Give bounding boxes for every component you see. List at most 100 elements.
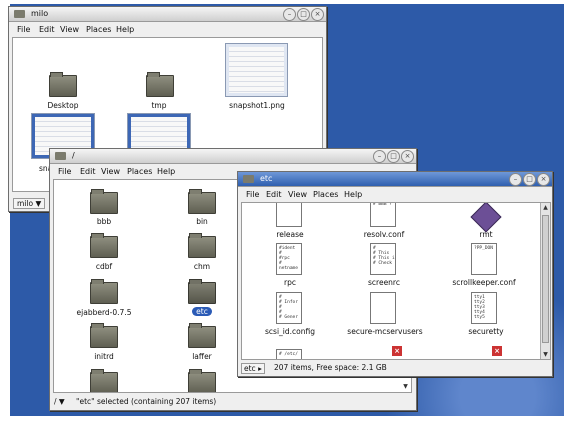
minimize-button[interactable]: – <box>509 173 522 186</box>
location-label: etc <box>244 364 256 373</box>
scroll-down-arrow[interactable]: ▼ <box>541 350 550 359</box>
text-file-icon[interactable]: tty1 tty2 tty3 tty4 tty5 <box>471 292 497 324</box>
folder-icon <box>14 10 25 18</box>
icon-label: Desktop <box>47 101 79 110</box>
minimize-button[interactable]: – <box>373 150 386 163</box>
window-etc: etc – □ × File Edit View Places Help rel… <box>237 171 553 377</box>
menu-file[interactable]: File <box>58 167 71 176</box>
icon-label: snapshot1.png <box>229 101 285 110</box>
folder-icon[interactable] <box>90 233 118 258</box>
icon-label: rmt <box>479 230 493 239</box>
icon-label: rpc <box>284 278 296 287</box>
location-button[interactable]: / ▼ <box>54 397 65 406</box>
file-preview: # # This # This is # Check <box>373 246 395 266</box>
location-label: milo <box>17 199 34 208</box>
folder-icon[interactable] <box>90 189 118 214</box>
menu-help[interactable]: Help <box>116 25 134 34</box>
close-button[interactable]: × <box>537 173 550 186</box>
folder-icon[interactable] <box>90 279 118 304</box>
menu-view[interactable]: View <box>101 167 120 176</box>
menu-help[interactable]: Help <box>157 167 175 176</box>
file-preview: # /etc/ <box>279 352 298 357</box>
folder-icon[interactable] <box>188 323 216 348</box>
close-button[interactable]: × <box>311 8 324 21</box>
text-file-icon[interactable]: ?PP_DON <box>471 243 497 275</box>
folder-icon[interactable] <box>49 72 77 97</box>
vertical-scrollbar[interactable]: ▲ ▼ <box>540 203 550 359</box>
menu-edit[interactable]: Edit <box>39 25 55 34</box>
icon-label: scsi_id.config <box>265 327 315 336</box>
scroll-up-arrow[interactable]: ▲ <box>541 203 550 212</box>
menu-file[interactable]: File <box>246 190 259 199</box>
folder-icon[interactable] <box>188 369 216 392</box>
folder-icon[interactable] <box>146 72 174 97</box>
file-preview: ?PP_DON <box>474 246 493 251</box>
window-title: etc <box>260 174 273 183</box>
folder-icon[interactable] <box>90 369 118 392</box>
file-preview: # # Infor # # # Gener <box>279 295 298 320</box>
folder-icon[interactable] <box>188 233 216 258</box>
file-preview: # BBB ? <box>373 202 392 207</box>
icon-label: scrollkeeper.conf <box>452 278 516 287</box>
statusbar: / ▼ "etc" selected (containing 207 items… <box>50 394 416 410</box>
file-preview: tty1 tty2 tty3 tty4 tty5 <box>474 295 485 320</box>
titlebar-milo[interactable]: milo – □ × <box>9 7 326 22</box>
location-button[interactable]: milo ▼ <box>13 198 46 209</box>
menu-view[interactable]: View <box>60 25 79 34</box>
minimize-button[interactable]: – <box>283 8 296 21</box>
window-title: / <box>72 151 75 160</box>
icon-label: cdbf <box>95 262 113 271</box>
image-thumbnail[interactable] <box>225 43 288 97</box>
menu-places[interactable]: Places <box>86 25 111 34</box>
menu-help[interactable]: Help <box>344 190 362 199</box>
locked-file-icon[interactable]: × <box>492 346 502 356</box>
text-file-icon[interactable]: #ident # #rpc # netname <box>276 243 302 275</box>
folder-icon[interactable] <box>188 189 216 214</box>
icon-label: ejabberd-0.7.5 <box>76 308 132 317</box>
menu-view[interactable]: View <box>288 190 307 199</box>
locked-file-icon[interactable]: × <box>392 346 402 356</box>
location-label: / <box>54 397 57 406</box>
file-icon[interactable] <box>276 203 302 227</box>
selected-label: etc <box>192 307 212 316</box>
icon-view: release # BBB ? resolv.conf rmt #ident #… <box>241 202 551 360</box>
scroll-thumb[interactable] <box>542 215 549 343</box>
text-file-icon[interactable]: # # This # This is # Check <box>370 243 396 275</box>
menu-file[interactable]: File <box>17 25 30 34</box>
menu-edit[interactable]: Edit <box>266 190 282 199</box>
status-text: 207 items, Free space: 2.1 GB <box>274 363 387 372</box>
window-title: milo <box>31 9 49 18</box>
file-icon[interactable] <box>370 292 396 324</box>
maximize-button[interactable]: □ <box>387 150 400 163</box>
menu-places[interactable]: Places <box>313 190 338 199</box>
icon-label: initrd <box>94 352 114 361</box>
icon-label: bin <box>196 217 208 226</box>
close-button[interactable]: × <box>401 150 414 163</box>
menu-places[interactable]: Places <box>127 167 152 176</box>
icon-label: bbb <box>96 217 112 226</box>
titlebar-root[interactable]: / – □ × <box>50 149 416 164</box>
folder-icon[interactable] <box>188 279 216 304</box>
icon-label: securetty <box>468 327 504 336</box>
titlebar-etc[interactable]: etc – □ × <box>238 172 552 187</box>
location-button[interactable]: etc ▸ <box>241 363 265 374</box>
icon-label: tmp <box>151 101 167 110</box>
menubar: File Edit View Places Help <box>9 22 326 36</box>
scroll-down-arrow[interactable]: ▼ <box>401 382 410 391</box>
text-file-icon[interactable]: # /etc/ <box>276 349 302 359</box>
icon-label-selected[interactable]: etc <box>172 307 232 316</box>
icon-label: screenrc <box>368 278 400 287</box>
folder-icon[interactable] <box>90 323 118 348</box>
status-text: "etc" selected (containing 207 items) <box>76 397 217 406</box>
maximize-button[interactable]: □ <box>297 8 310 21</box>
folder-icon <box>55 152 66 160</box>
statusbar: etc ▸ 207 items, Free space: 2.1 GB <box>238 360 552 376</box>
icon-label: laffer <box>192 352 212 361</box>
maximize-button[interactable]: □ <box>523 173 536 186</box>
menu-edit[interactable]: Edit <box>80 167 96 176</box>
text-file-icon[interactable]: # # Infor # # # Gener <box>276 292 302 324</box>
executable-icon[interactable] <box>470 203 502 233</box>
icon-label: secure-mcservusers <box>347 327 423 336</box>
text-file-icon[interactable]: # BBB ? <box>370 202 396 227</box>
icon-label: chm <box>193 262 211 271</box>
